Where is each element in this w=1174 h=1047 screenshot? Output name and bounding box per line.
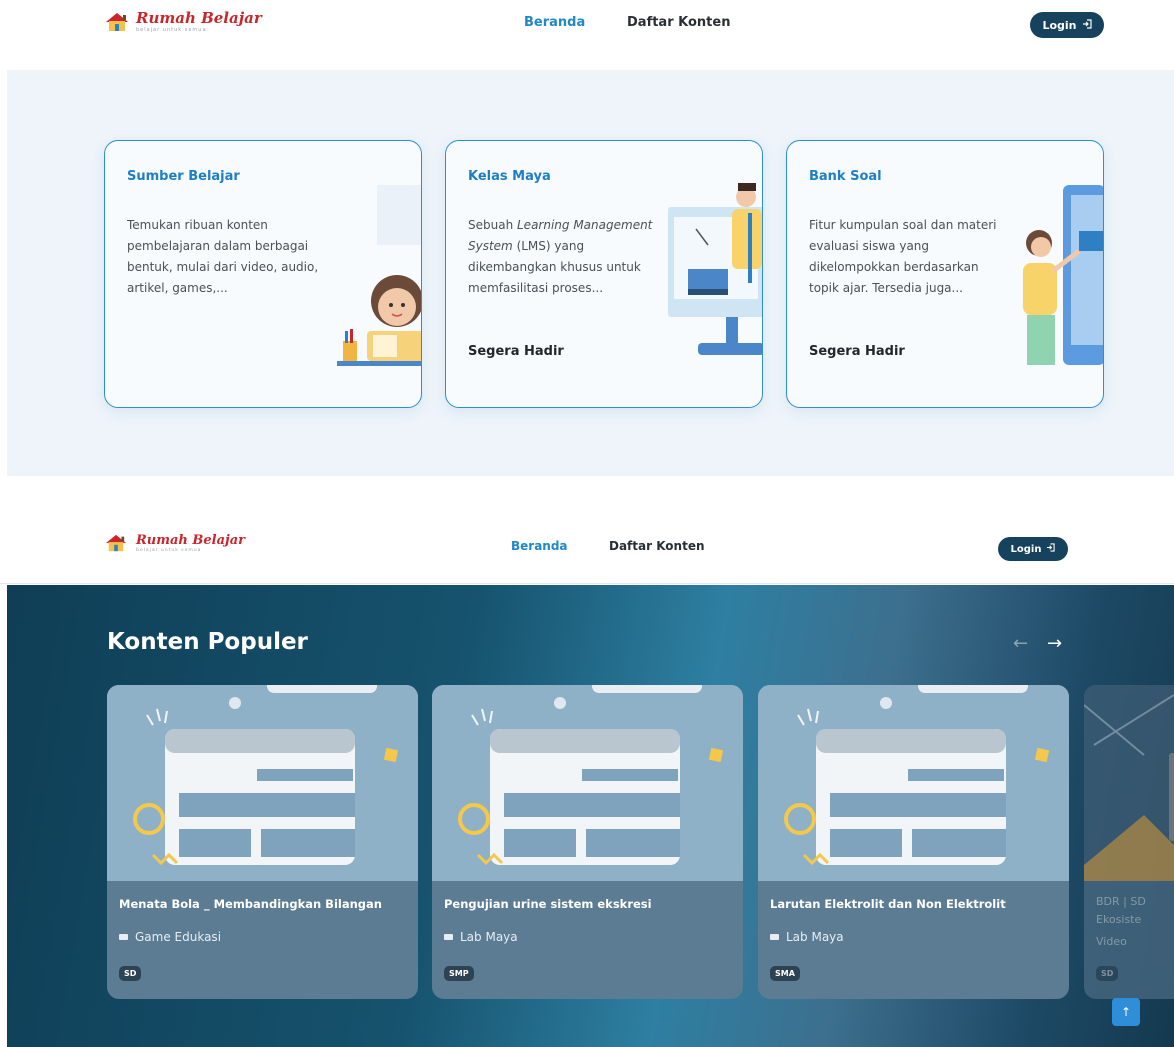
content-thumbnail — [1084, 685, 1174, 881]
bottom-navbar: Rumah Belajar belajar untuk semua Berand… — [0, 518, 1174, 584]
section-title: Konten Populer — [107, 629, 308, 655]
login-label: Login — [1010, 543, 1042, 555]
arrow-up-icon: ↑ — [1120, 1005, 1132, 1019]
content-thumbnail — [758, 685, 1069, 881]
login-button[interactable]: Login — [998, 537, 1068, 561]
content-card[interactable]: Pengujian urine sistem ekskresi Lab Maya… — [432, 685, 743, 999]
content-title: Larutan Elektrolit dan Non Elektrolit — [770, 897, 1006, 911]
video-tag-icon — [444, 934, 453, 940]
feature-description: Temukan ribuan konten pembelajaran dalam… — [127, 218, 319, 295]
content-type: Lab Maya — [770, 930, 844, 944]
feature-description: Sebuah Learning Management System (LMS) … — [468, 218, 653, 295]
content-title: Pengujian urine sistem ekskresi — [444, 897, 652, 911]
feature-section: Sumber Belajar Temukan ribuan konten pem… — [7, 70, 1174, 476]
brand-name: Rumah Belajar — [136, 533, 246, 549]
video-tag-icon — [770, 934, 779, 940]
feature-card-kelas-maya[interactable]: Kelas Maya Sebuah Learning Management Sy… — [445, 140, 763, 408]
login-button[interactable]: Login — [1030, 12, 1104, 38]
content-card[interactable]: Menata Bola _ Membandingkan Bilangan Gam… — [107, 685, 418, 999]
level-badge: SD — [119, 966, 142, 981]
teacher-lms-illustration — [668, 183, 762, 355]
feature-card-bank-soal[interactable]: Bank Soal Fitur kumpulan soal dan materi… — [786, 140, 1104, 408]
scroll-to-top-button[interactable]: ↑ — [1112, 998, 1140, 1026]
brand-logo[interactable]: Rumah Belajar belajar untuk semua — [104, 11, 262, 33]
content-thumbnail — [107, 685, 418, 881]
level-badge: SD — [1096, 966, 1119, 981]
video-tag-icon — [119, 934, 128, 940]
nav-link-beranda[interactable]: Beranda — [511, 539, 568, 553]
student-reading-illustration — [337, 185, 421, 366]
carousel-prev-arrow-icon[interactable]: ← — [1013, 633, 1028, 654]
content-thumbnail — [432, 685, 743, 881]
feature-title: Kelas Maya — [468, 169, 551, 184]
feature-title: Sumber Belajar — [127, 169, 240, 184]
content-type: Game Edukasi — [119, 930, 221, 944]
login-icon — [1046, 543, 1056, 555]
coming-soon-label: Segera Hadir — [468, 344, 564, 359]
feature-card-sumber-belajar[interactable]: Sumber Belajar Temukan ribuan konten pem… — [104, 140, 422, 408]
brand-tagline: belajar untuk semua — [136, 27, 207, 33]
content-title-partial-2: Ekosiste — [1096, 913, 1142, 926]
level-badge: SMA — [770, 966, 800, 981]
popular-content-section: Konten Populer ← → Menata Bola _ Memband… — [7, 585, 1174, 1047]
student-board-illustration — [1023, 185, 1103, 365]
house-logo-icon — [104, 11, 130, 33]
content-type-partial: Video — [1096, 935, 1127, 948]
brand-tagline: belajar untuk semua — [136, 548, 202, 554]
content-type: Lab Maya — [444, 930, 518, 944]
feature-title: Bank Soal — [809, 169, 882, 184]
carousel-next-arrow-icon[interactable]: → — [1047, 633, 1062, 654]
content-title: Menata Bola _ Membandingkan Bilangan — [119, 897, 382, 911]
login-label: Login — [1042, 18, 1077, 32]
house-logo-icon — [104, 533, 130, 555]
nav-link-beranda[interactable]: Beranda — [524, 15, 585, 30]
nav-link-daftar-konten[interactable]: Daftar Konten — [609, 539, 705, 553]
content-title-partial: BDR | SD — [1096, 895, 1146, 908]
level-badge: SMP — [444, 966, 474, 981]
coming-soon-label: Segera Hadir — [809, 344, 905, 359]
brand-name: Rumah Belajar — [136, 9, 262, 27]
brand-logo[interactable]: Rumah Belajar belajar untuk semua — [104, 533, 245, 555]
top-navbar: Rumah Belajar belajar untuk semua Berand… — [0, 0, 1174, 46]
content-card[interactable]: Larutan Elektrolit dan Non Elektrolit La… — [758, 685, 1069, 999]
feature-description: Fitur kumpulan soal dan materi evaluasi … — [809, 218, 997, 295]
scrollbar-handle[interactable] — [1169, 753, 1174, 841]
content-card-partial[interactable]: BDR | SD Ekosiste Video SD — [1084, 685, 1174, 999]
login-icon — [1082, 18, 1092, 32]
nav-link-daftar-konten[interactable]: Daftar Konten — [627, 15, 730, 30]
